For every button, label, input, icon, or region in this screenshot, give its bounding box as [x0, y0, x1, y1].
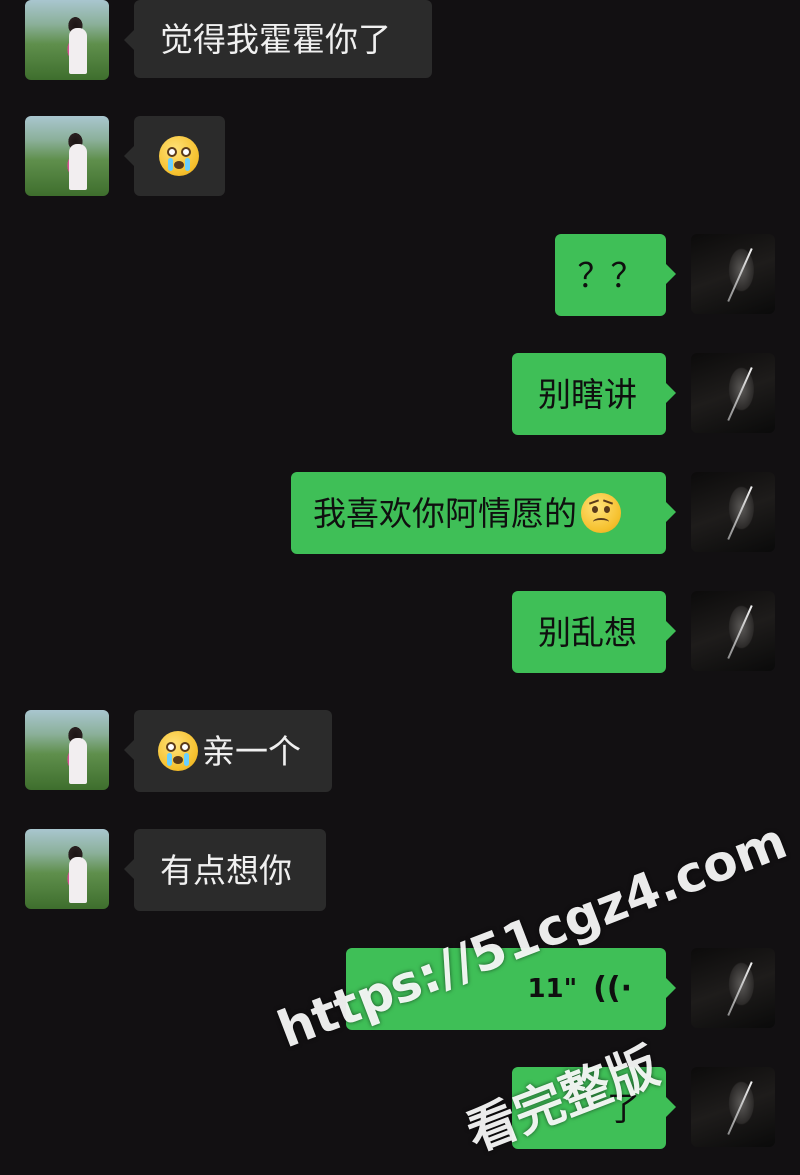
chat-conversation: 觉得我霍霍你了 ？？ 别瞎讲 我喜欢你阿情愿的 别乱想 亲一个 有点想你 11"… [0, 0, 800, 1175]
message-text: 觉得我霍霍你了 [160, 19, 391, 59]
incoming-message-bubble[interactable]: 觉得我霍霍你了 [124, 0, 432, 78]
incoming-message-bubble[interactable] [124, 116, 225, 196]
outgoing-message-bubble[interactable]: 别瞎讲 [512, 353, 676, 435]
user-avatar[interactable] [691, 1067, 775, 1147]
contact-avatar[interactable] [25, 0, 109, 80]
user-avatar[interactable] [691, 234, 775, 314]
user-avatar[interactable] [691, 353, 775, 433]
voice-duration: 11" [527, 974, 578, 1004]
message-text: 亲一个 [202, 731, 301, 771]
outgoing-message-bubble[interactable]: 我喜欢你阿情愿的 [291, 472, 676, 554]
contact-avatar[interactable] [25, 116, 109, 196]
message-text: 有点想你 [160, 850, 292, 890]
pleading-crying-face-icon [159, 136, 199, 176]
contact-avatar[interactable] [25, 829, 109, 909]
user-avatar[interactable] [691, 948, 775, 1028]
contact-avatar[interactable] [25, 710, 109, 790]
message-text: 别乱想 [538, 612, 637, 652]
frowning-face-icon [581, 493, 621, 533]
message-text: 我喜欢你阿情愿的 [313, 493, 577, 533]
outgoing-message-bubble[interactable]: 别乱想 [512, 591, 676, 673]
message-text: 别瞎讲 [538, 374, 637, 414]
voice-wave-icon: ((· [593, 971, 632, 1006]
incoming-message-bubble[interactable]: 有点想你 [124, 829, 326, 911]
message-text: 了 [607, 1088, 640, 1128]
outgoing-message-bubble[interactable]: ？？ [555, 234, 676, 316]
pleading-crying-face-icon [158, 731, 198, 771]
outgoing-message-bubble[interactable]: 了 [512, 1067, 676, 1149]
user-avatar[interactable] [691, 591, 775, 671]
user-avatar[interactable] [691, 472, 775, 552]
incoming-message-bubble[interactable]: 亲一个 [124, 710, 332, 792]
voice-message-bubble[interactable]: 11" ((· [346, 948, 676, 1030]
message-text: ？？ [577, 255, 644, 295]
